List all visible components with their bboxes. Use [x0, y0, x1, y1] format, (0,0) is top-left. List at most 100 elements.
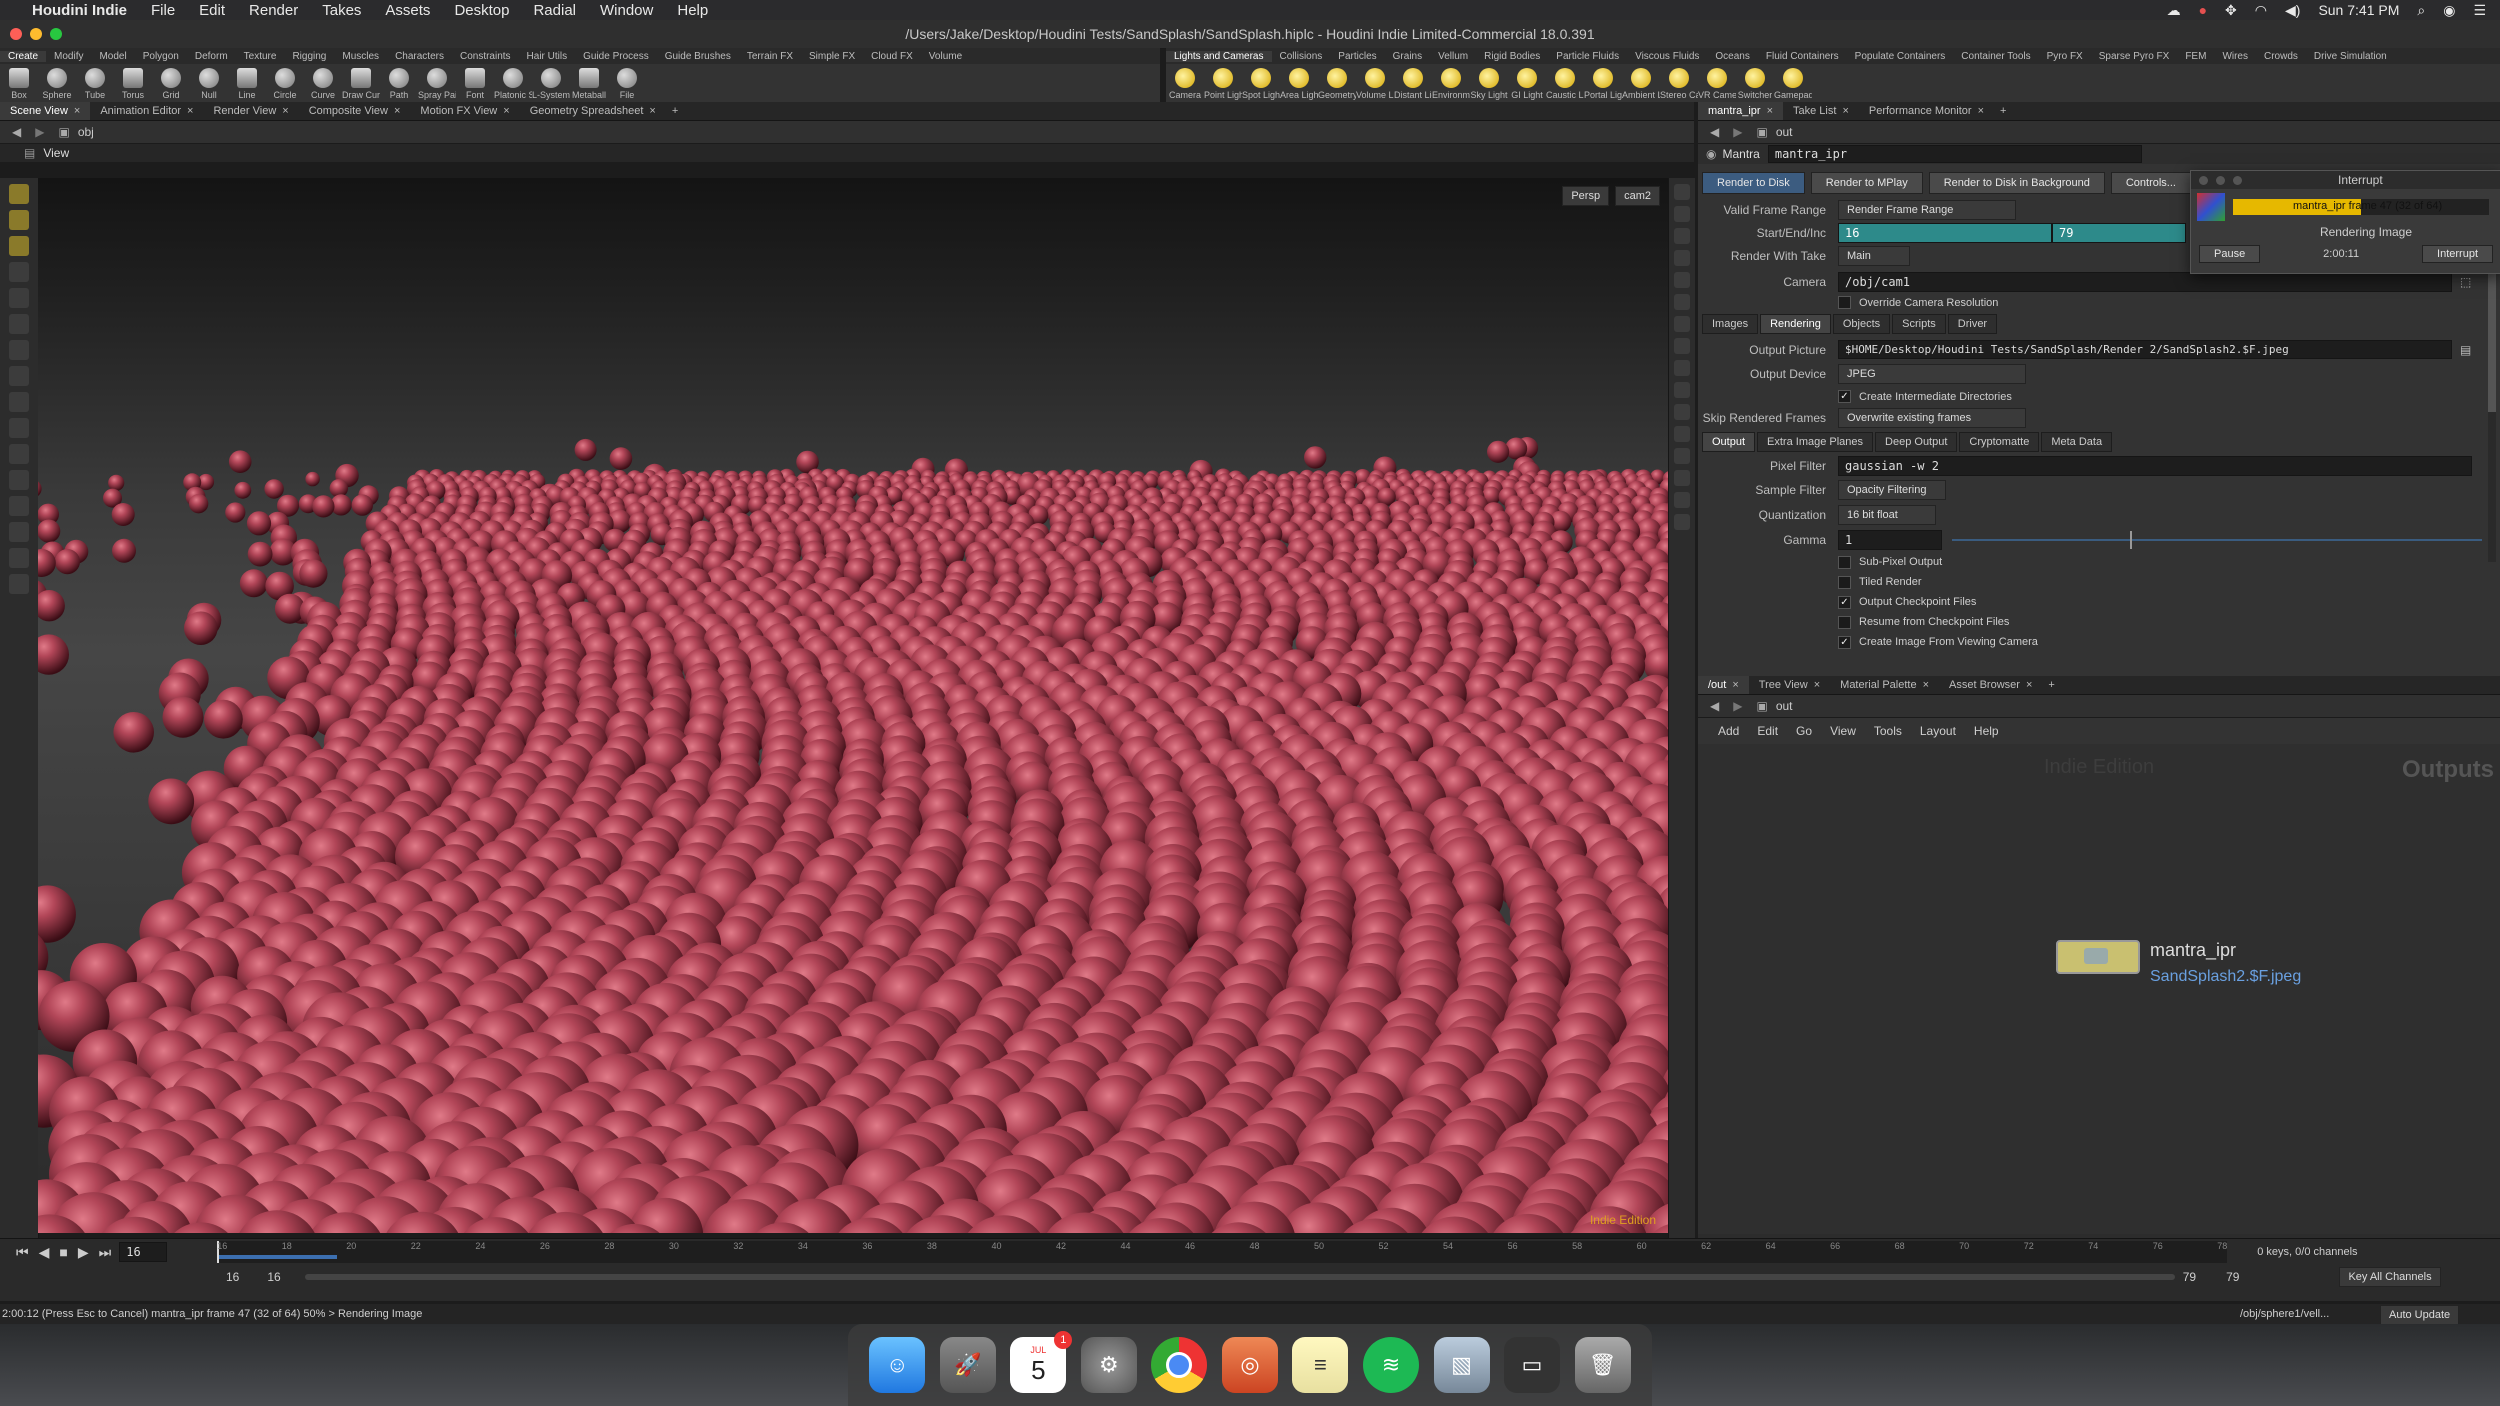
pointer-tool-icon[interactable] [9, 262, 29, 282]
dialog-min-button[interactable] [2216, 175, 2225, 185]
shelf-tab-modify[interactable]: Modify [46, 51, 91, 62]
output-picture-field[interactable]: $HOME/Desktop/Houdini Tests/SandSplash/R… [1838, 340, 2452, 359]
handle-tool-icon[interactable] [9, 392, 29, 412]
close-tab-icon[interactable]: × [1842, 102, 1848, 120]
close-tab-icon[interactable]: × [187, 102, 193, 120]
persp-menu[interactable]: Persp [1562, 186, 1610, 206]
finder-icon[interactable]: ☺ [869, 1337, 926, 1393]
forward-arrow-icon[interactable]: ▶ [1733, 125, 1742, 139]
render-to-mplay-button[interactable]: Render to MPlay [1810, 172, 1923, 194]
tool-caustic-light[interactable]: Caustic Light [1546, 64, 1584, 100]
pane-tab-render-view[interactable]: Render View × [203, 102, 298, 120]
launchpad-icon[interactable]: 🚀 [939, 1337, 996, 1393]
shelf-tab-fem[interactable]: FEM [2177, 51, 2214, 62]
param-path[interactable]: out [1776, 125, 1793, 139]
tool-metaball[interactable]: Metaball [570, 64, 608, 100]
shelf-tab-volume[interactable]: Volume [921, 51, 970, 62]
stop-icon[interactable]: ■ [59, 1244, 67, 1260]
tool-sky-light[interactable]: Sky Light [1470, 64, 1508, 100]
node-name-field[interactable]: mantra_ipr [1767, 145, 2142, 163]
shelf-tab-particles[interactable]: Particles [1330, 51, 1384, 62]
menu-help[interactable]: Help [1974, 724, 1999, 738]
wifi-icon[interactable]: ◠ [2255, 2, 2267, 19]
shelf-tab-rigging[interactable]: Rigging [284, 51, 334, 62]
light-display-icon[interactable] [1674, 316, 1690, 332]
shelf-tab-viscous-fluids[interactable]: Viscous Fluids [1627, 51, 1707, 62]
scale-tool-icon[interactable] [9, 366, 29, 386]
menu-add[interactable]: Add [1718, 724, 1739, 738]
tool-platonic-solids[interactable]: Platonic Solids [494, 64, 532, 100]
status-path[interactable]: /obj/sphere1/vell... [2240, 1308, 2329, 1320]
gamma-slider[interactable] [1952, 531, 2482, 549]
pane-tab-material-palette[interactable]: Material Palette × [1830, 676, 1939, 694]
menu-takes[interactable]: Takes [322, 2, 361, 19]
normals-display-icon[interactable] [1674, 382, 1690, 398]
tool-line[interactable]: Line [228, 64, 266, 100]
output-device-menu[interactable]: JPEG [1838, 364, 2026, 384]
pane-tab-asset-browser[interactable]: Asset Browser × [1939, 676, 2042, 694]
forward-arrow-icon[interactable]: ▶ [1733, 699, 1742, 713]
shelf-tab-grains[interactable]: Grains [1385, 51, 1430, 62]
key-all-channels-button[interactable]: Key All Channels [2339, 1267, 2441, 1287]
jump-end-icon[interactable]: ⏭ [99, 1244, 112, 1261]
calendar-icon[interactable]: JUL 5 1 [1010, 1331, 1073, 1393]
pane-tab-animation-editor[interactable]: Animation Editor × [90, 102, 203, 120]
tool-geometry-light[interactable]: Geometry Light [1318, 64, 1356, 100]
clock[interactable]: Sun 7:41 PM [2318, 2, 2399, 18]
tool-environment-light[interactable]: Environment Light [1432, 64, 1470, 100]
shelf-tab-drive-simulation[interactable]: Drive Simulation [2306, 51, 2395, 62]
range-end-2[interactable]: 79 [2226, 1270, 2239, 1284]
range-slider[interactable] [304, 1274, 2175, 1280]
preview-icon[interactable]: ▧ [1433, 1337, 1490, 1393]
brush-tool-icon[interactable] [9, 288, 29, 308]
add-tab-icon[interactable]: + [2048, 679, 2054, 691]
network-canvas[interactable]: Indie Edition Outputs mantra_ipr SandSpl… [1698, 744, 2500, 1234]
dialog-zoom-button[interactable] [2233, 175, 2242, 185]
add-tab-icon[interactable]: + [2000, 105, 2006, 117]
camera-menu[interactable]: cam2 [1615, 186, 1660, 206]
tab-driver[interactable]: Driver [1947, 314, 1998, 334]
pose-tool-icon[interactable] [9, 418, 29, 438]
output-checkpoint-files-checkbox[interactable]: ✓ [1838, 595, 1851, 609]
play-icon[interactable]: ▶ [78, 1244, 89, 1261]
tool-draw-curve[interactable]: Draw Curve [342, 64, 380, 100]
resume-from-checkpoint-files-checkbox[interactable] [1838, 615, 1851, 629]
scene-viewport[interactable]: Persp cam2 Indie Edition [38, 178, 1668, 1233]
tool-sphere[interactable]: Sphere [38, 64, 76, 100]
record-icon[interactable]: ● [2199, 2, 2207, 18]
close-tab-icon[interactable]: × [1814, 676, 1820, 694]
shelf-tab-collisions[interactable]: Collisions [1272, 51, 1331, 62]
chrome-icon[interactable] [1151, 1337, 1208, 1393]
menu-edit[interactable]: Edit [1757, 724, 1778, 738]
auto-update-menu[interactable]: Auto Update [2380, 1305, 2460, 1325]
lock-cam-display-icon[interactable] [1674, 250, 1690, 266]
shelf-tab-muscles[interactable]: Muscles [334, 51, 387, 62]
shelf-tab-polygon[interactable]: Polygon [135, 51, 187, 62]
rotate-tool-icon[interactable] [9, 340, 29, 360]
interrupt-button[interactable]: Interrupt [2422, 245, 2493, 263]
shelf-tab-constraints[interactable]: Constraints [452, 51, 519, 62]
shelf-tab-crowds[interactable]: Crowds [2256, 51, 2306, 62]
lock-tool-icon[interactable] [9, 210, 29, 230]
magnet-tool-icon[interactable] [9, 444, 29, 464]
forward-arrow-icon[interactable]: ▶ [35, 125, 44, 139]
shelf-tab-model[interactable]: Model [91, 51, 134, 62]
tool-stereo-camera[interactable]: Stereo Camera [1660, 64, 1698, 100]
pane-tab-geometry-spreadsheet[interactable]: Geometry Spreadsheet × [520, 102, 666, 120]
tool-spray-paint[interactable]: Spray Paint [418, 64, 456, 100]
network-path[interactable]: out [1776, 699, 1793, 713]
valid-frame-range-menu[interactable]: Render Frame Range [1838, 200, 2016, 220]
node-chooser-icon[interactable]: ⬚ [2460, 275, 2471, 289]
create-image-from-viewing-camera-checkbox[interactable]: ✓ [1838, 635, 1851, 649]
shelf-tab-vellum[interactable]: Vellum [1430, 51, 1476, 62]
file-chooser-icon[interactable]: ▤ [2460, 343, 2471, 357]
shelf-tab-pyro-fx[interactable]: Pyro FX [2039, 51, 2091, 62]
tool-curve[interactable]: Curve [304, 64, 342, 100]
close-tab-icon[interactable]: × [1732, 676, 1738, 694]
tool-gi-light[interactable]: GI Light [1508, 64, 1546, 100]
pane-tab-scene-view[interactable]: Scene View × [0, 102, 91, 120]
back-arrow-icon[interactable]: ◀ [12, 125, 21, 139]
tool-vr-camera[interactable]: VR Camera [1698, 64, 1736, 100]
tool-ambient-light[interactable]: Ambient Light [1622, 64, 1660, 100]
pane-tab-tree-view[interactable]: Tree View × [1749, 676, 1830, 694]
